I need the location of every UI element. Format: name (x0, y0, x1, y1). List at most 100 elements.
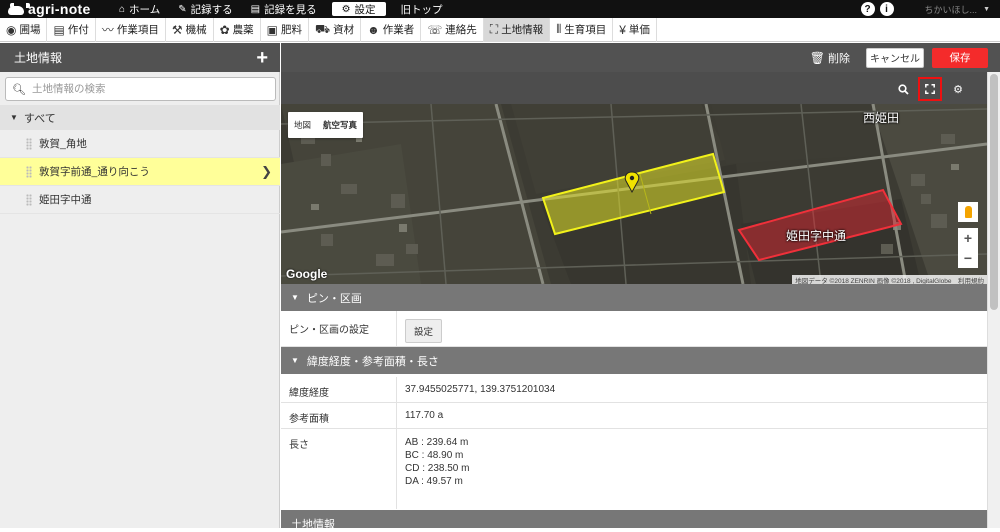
list-item-selected[interactable]: 敦賀字前通_通り向こう ❯ (0, 158, 280, 186)
save-button[interactable]: 保存 (932, 47, 988, 68)
left-panel-title: 土地情報 (14, 51, 63, 65)
menu-field[interactable]: ◉ 圃場 (0, 17, 48, 42)
nav-view-records[interactable]: ▤ 記録を見る (242, 0, 326, 18)
row-label: 参考面積 (281, 403, 397, 428)
drag-handle-icon[interactable] (26, 137, 32, 150)
aerial-imagery (281, 104, 987, 284)
menu-work-items[interactable]: 〰作業項目 (96, 17, 166, 42)
help-icon[interactable]: ? (860, 2, 875, 16)
hoe-icon: 〰 (101, 23, 114, 37)
pin-setting-row: ピン・区画の設定 設定 (281, 311, 987, 347)
map-type-satellite[interactable]: 航空写真 (317, 119, 363, 131)
detail-header: 🗑︎ 削除 キャンセル 保存 (281, 43, 1000, 72)
map-pin-icon: ◉ (6, 22, 17, 37)
sprayer-icon: ✿ (219, 22, 230, 37)
latlng-row: 緯度経度 37.9455025771, 139.3751201034 (281, 377, 987, 403)
scrollbar-thumb[interactable] (990, 74, 998, 310)
caret-down-icon: ▼ (291, 356, 299, 365)
growth-icon: ⫴ (556, 22, 562, 36)
land-icon: ⛶ (489, 22, 499, 36)
place-label: 西姫田 (863, 111, 900, 125)
nav-old-top[interactable]: 旧トップ (392, 0, 452, 18)
menu-planting[interactable]: ▤ 作付 (47, 17, 96, 42)
list-item-label: 敦賀_角地 (39, 138, 87, 150)
menu-workers[interactable]: ☻ 作業者 (361, 17, 422, 42)
section-title: ピン・区画 (306, 292, 362, 305)
info-icon[interactable]: i (879, 2, 894, 16)
menu-growth-items[interactable]: ⫴ 生育項目 (550, 17, 614, 42)
length-da: DA : 49.57 m (405, 476, 463, 487)
chevron-right-icon: ❯ (261, 163, 272, 179)
nav-settings[interactable]: ⚙ 設定 (331, 2, 386, 16)
gear-icon[interactable]: ⚙ (949, 80, 967, 98)
nav-record[interactable]: ✎ 記録する (169, 0, 241, 18)
row-label: 緯度経度 (281, 377, 397, 402)
area-value: 117.70 a (405, 410, 444, 421)
row-value: 設定 (397, 311, 450, 346)
menu-machines[interactable]: ⚒ 機械 (166, 17, 214, 42)
user-menu[interactable]: ちかいほし... ▼ (925, 3, 990, 16)
length-values: AB : 239.64 m BC : 48.90 m CD : 238.50 m… (397, 429, 477, 509)
yen-icon: ¥ (619, 22, 626, 37)
section-title: 土地情報 (291, 519, 335, 531)
section-pin-header[interactable]: ▼ ピン・区画 (281, 284, 987, 311)
land-list-panel: 🔍︎ ▼ すべて 敦賀_角地 敦賀字前通_通り向こう ❯ 姫田字中通 (0, 72, 280, 528)
cancel-button[interactable]: キャンセル (866, 47, 924, 68)
field-label: 姫田字中通 (786, 229, 847, 243)
vertical-scrollbar[interactable] (987, 72, 1000, 528)
nav-home[interactable]: ⌂ ホーム (110, 0, 169, 18)
section-land-header[interactable]: 土地情報 (281, 510, 987, 531)
length-cd: CD : 238.50 m (405, 463, 470, 474)
row-label: 長さ (281, 429, 397, 509)
notebook-icon: ▤ (250, 3, 261, 15)
delete-button[interactable]: 🗑︎ 削除 (810, 50, 850, 66)
add-icon[interactable]: + (256, 48, 268, 68)
menu-land-info[interactable]: ⛶ 土地情報 (483, 17, 551, 42)
wheelbarrow-icon: ⛟ (315, 21, 331, 36)
master-menu-bar: ◉ 圃場 ▤ 作付 〰作業項目 ⚒ 機械 ✿ 農薬 ▣ 肥料 ⛟ 資材 ☻ 作業者 ☏ 連絡先 … (0, 17, 1000, 42)
area-row: 参考面積 117.70 a (281, 403, 987, 429)
satellite-map[interactable]: 地図 航空写真 西姫田 姫田字中通 + − Google 地図データ ©2018… (281, 104, 987, 284)
drag-handle-icon[interactable] (26, 165, 32, 178)
menu-contacts[interactable]: ☏ 連絡先 (421, 17, 484, 42)
pin-setting-button[interactable]: 設定 (405, 319, 443, 343)
top-nav: ⌂ ホーム ✎ 記録する ▤ 記録を見る ⚙ 設定 旧トップ (110, 0, 452, 18)
street-view-pegman-icon[interactable] (958, 202, 978, 222)
map-toolbar: ⚙ (281, 72, 987, 104)
google-logo: Google (286, 267, 328, 281)
zoom-in-button[interactable]: + (964, 230, 972, 246)
search-icon[interactable] (894, 80, 912, 98)
drag-handle-icon[interactable] (26, 193, 32, 206)
app-logo[interactable]: agri-note (0, 1, 110, 17)
list-item[interactable]: 姫田字中通 (0, 186, 280, 214)
map-type-map[interactable]: 地図 (288, 119, 317, 131)
length-bc: BC : 48.90 m (405, 450, 464, 461)
menu-unit-price[interactable]: ¥ 単価 (613, 17, 657, 42)
list-item[interactable]: 敦賀_角地 (0, 130, 280, 158)
tree-root-all[interactable]: ▼ すべて (0, 105, 280, 130)
menu-fertilizer[interactable]: ▣ 肥料 (261, 17, 310, 42)
row-label: ピン・区画の設定 (281, 311, 397, 346)
top-right: ? i ちかいほし... ▼ (860, 2, 1000, 16)
fullscreen-icon[interactable] (918, 77, 942, 101)
search-input[interactable] (31, 83, 262, 95)
map-attribution[interactable]: 地図データ ©2018 ZENRIN 画像 ©2018 , DigitalGlo… (792, 275, 987, 284)
search-box: 🔍︎ (5, 77, 276, 101)
map-type-switch: 地図 航空写真 (288, 112, 364, 138)
section-coords-header[interactable]: ▼ 緯度経度・参考面積・長さ (281, 347, 987, 374)
document-icon: ▤ (53, 22, 65, 37)
top-bar: agri-note ⌂ ホーム ✎ 記録する ▤ 記録を見る ⚙ 設定 旧トップ ? i… (0, 0, 1000, 18)
trash-icon: 🗑︎ (809, 50, 825, 65)
pencil-icon: ✎ (178, 3, 187, 15)
chevron-down-icon: ▼ (983, 5, 990, 13)
gear-icon: ⚙ (341, 3, 351, 15)
list-item-label: 敦賀字前通_通り向こう (39, 166, 150, 178)
menu-pesticides[interactable]: ✿ 農薬 (214, 17, 261, 42)
list-item-label: 姫田字中通 (39, 194, 92, 206)
user-name: ちかいほし... (924, 4, 978, 15)
zoom-out-button[interactable]: − (964, 250, 972, 266)
menu-materials[interactable]: ⛟ 資材 (309, 17, 362, 42)
caret-down-icon: ▼ (291, 293, 299, 302)
caret-down-icon: ▼ (10, 113, 18, 122)
tractor-icon: ⚒ (171, 22, 183, 37)
